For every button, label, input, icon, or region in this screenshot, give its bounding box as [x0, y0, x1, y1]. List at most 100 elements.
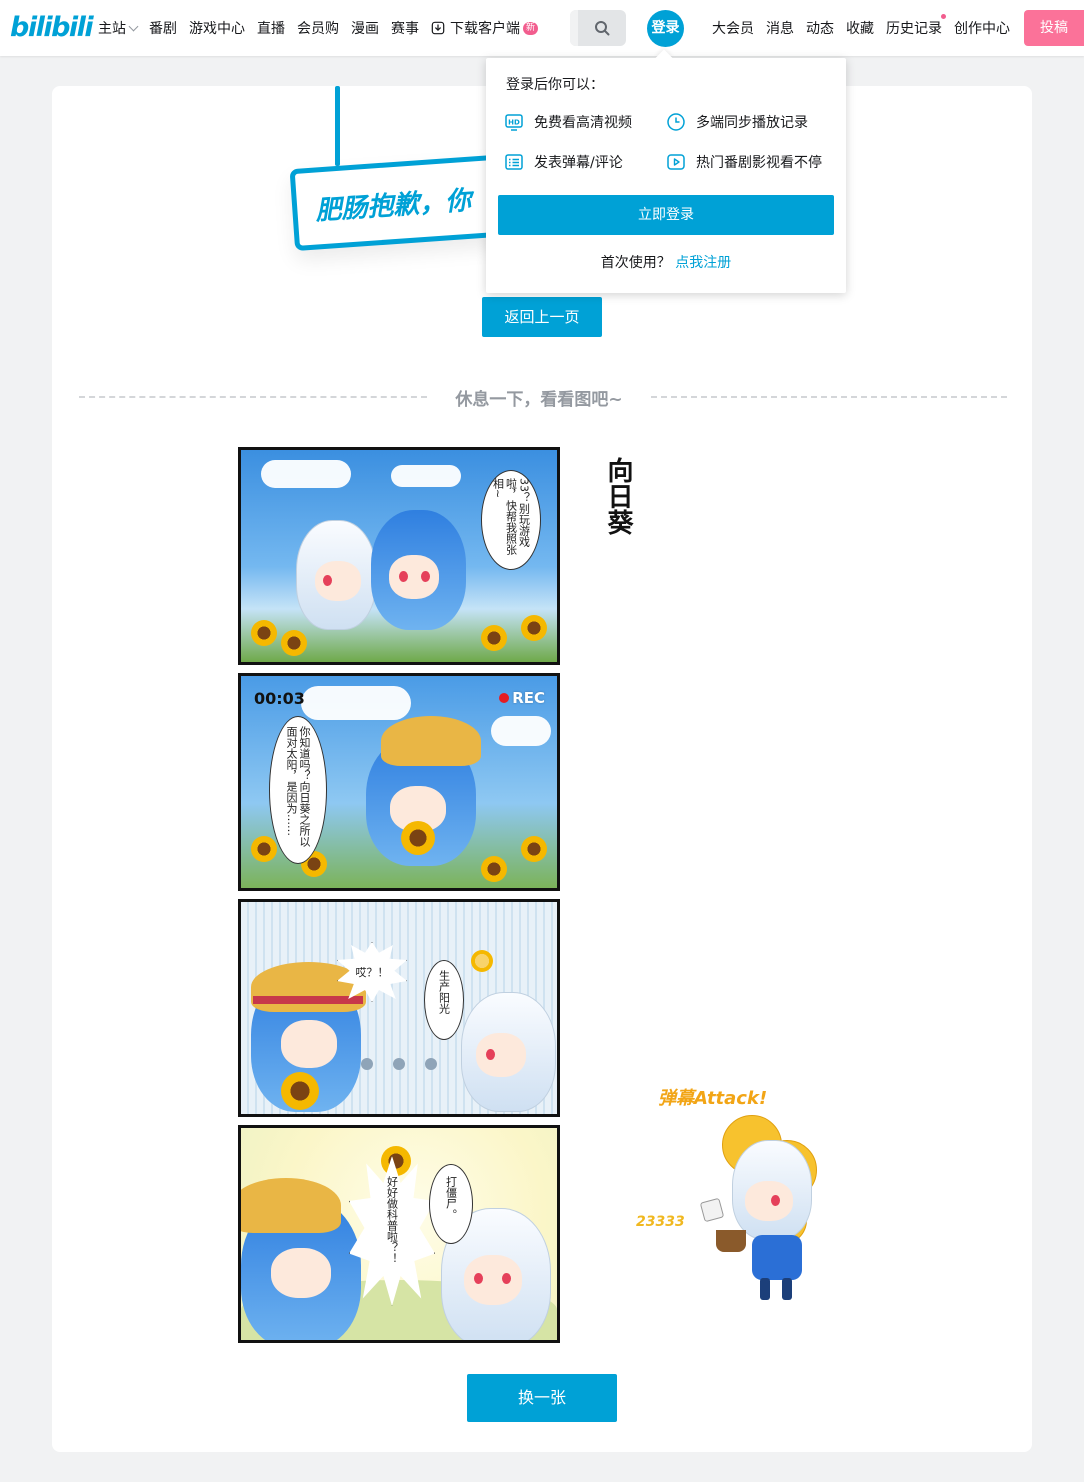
sunflower	[251, 620, 277, 646]
straw-hat	[241, 1178, 341, 1233]
nav-item-label: 主站	[98, 21, 126, 37]
login-avatar-button[interactable]: 登录	[647, 10, 684, 47]
sunflower	[401, 821, 435, 855]
nav-item-vip[interactable]: 大会员	[712, 18, 754, 38]
nav-item-creator-center[interactable]: 创作中心	[954, 18, 1010, 38]
nav-item-mall[interactable]: 会员购	[297, 18, 339, 38]
comic-strip: 33？别玩游戏啦，快帮我照张相~ 00:03 REC 你知道吗？向日葵之所以面对…	[238, 447, 560, 1344]
register-prompt: 首次使用？ 点我注册	[486, 252, 846, 272]
sun-icon	[471, 950, 493, 972]
cloud	[261, 460, 351, 488]
speech-text: 好好做科普啦？！	[385, 1176, 399, 1264]
new-badge: 新	[523, 21, 539, 35]
character-eye	[502, 1273, 511, 1284]
sunflower	[251, 836, 277, 862]
character-eye	[399, 571, 408, 582]
rec-indicator: REC	[499, 689, 545, 707]
feature-sync-history: 多端同步播放记录	[666, 112, 808, 132]
nav-item-download-client[interactable]: 下载客户端 新	[431, 18, 539, 38]
speech-bubble: 33？别玩游戏啦，快帮我照张相~	[481, 470, 541, 570]
character-22	[371, 510, 466, 630]
ellipsis-dots	[361, 1058, 457, 1070]
feature-label: 热门番剧影视看不停	[696, 155, 822, 171]
history-label: 历史记录	[886, 21, 942, 37]
comic-panel-4: 好好做科普啦？！ 打僵尸。	[238, 1125, 560, 1343]
mascot-body	[752, 1235, 802, 1280]
top-header: bilibili 主站 番剧 游戏中心 直播 会员购 漫画 赛事 下载客户端 新…	[0, 0, 1084, 56]
nav-item-anime[interactable]: 番剧	[149, 18, 177, 38]
character-33	[296, 520, 376, 630]
nav-item-history[interactable]: 历史记录	[886, 14, 946, 38]
feature-label: 免费看高清视频	[534, 115, 632, 131]
hat-band	[253, 996, 363, 1004]
register-link[interactable]: 点我注册	[675, 255, 731, 271]
nav-item-favorites[interactable]: 收藏	[846, 18, 874, 38]
login-popup: 登录后你可以： HD 免费看高清视频 多端同步播放记录 发表弹幕/评论 热门番剧…	[486, 49, 846, 293]
svg-text:HD: HD	[508, 119, 520, 127]
download-icon	[431, 21, 445, 35]
character-22	[241, 1178, 361, 1340]
nav-item-dynamics[interactable]: 动态	[806, 18, 834, 38]
feature-label: 发表弹幕/评论	[534, 155, 623, 171]
play-icon	[667, 154, 685, 170]
cloud	[301, 686, 411, 720]
nav-item-manga[interactable]: 漫画	[351, 18, 379, 38]
nav-item-messages[interactable]: 消息	[766, 18, 794, 38]
sign-pole	[335, 86, 340, 166]
back-button[interactable]: 返回上一页	[482, 297, 602, 337]
nav-item-esports[interactable]: 赛事	[391, 18, 419, 38]
comic-panel-2: 00:03 REC 你知道吗？向日葵之所以面对太阳，是因为……	[238, 673, 560, 891]
speech-text: 哎？！	[355, 965, 389, 979]
notification-dot	[941, 14, 946, 19]
character-eye	[421, 571, 430, 582]
character-eye	[323, 575, 332, 586]
bilibili-logo[interactable]: bilibili	[10, 11, 94, 45]
danmaku-counter: 23333	[636, 1214, 685, 1230]
section-divider: 休息一下，看看图吧~	[79, 385, 1007, 410]
comic-panel-1: 33？别玩游戏啦，快帮我照张相~	[238, 447, 560, 665]
sign-text: 肥肠抱歉，你	[314, 185, 473, 227]
mascot-leg	[760, 1278, 770, 1300]
cloud	[391, 465, 461, 487]
change-image-button[interactable]: 换一张	[467, 1374, 617, 1422]
nav-item-main[interactable]: 主站	[98, 18, 139, 38]
character-face	[745, 1181, 793, 1221]
search-box[interactable]	[570, 10, 626, 46]
speech-bubble: 你知道吗？向日葵之所以面对太阳，是因为……	[269, 716, 327, 864]
feature-label: 多端同步播放记录	[696, 115, 808, 131]
mascot-leg	[782, 1278, 792, 1300]
divider-text: 休息一下，看看图吧~	[455, 390, 623, 410]
cloud	[491, 716, 551, 746]
nav-item-live[interactable]: 直播	[257, 18, 285, 38]
feature-danmaku-comment: 发表弹幕/评论	[504, 152, 623, 172]
speech-text: 你知道吗？向日葵之所以面对太阳，是因为……	[285, 726, 311, 847]
comic-title: 向日葵	[603, 457, 633, 535]
nav-right: 大会员 消息 动态 收藏 历史记录 创作中心	[712, 0, 1022, 56]
mascot-character	[732, 1140, 812, 1240]
upload-button[interactable]: 投稿	[1024, 10, 1084, 46]
feature-hd-video: HD 免费看高清视频	[504, 112, 632, 132]
speech-bubble: 打僵尸。	[429, 1164, 473, 1244]
search-icon[interactable]	[594, 20, 610, 36]
character-face	[464, 1255, 522, 1305]
speech-text: 打僵尸。	[444, 1176, 458, 1220]
register-prompt-text: 首次使用？	[600, 255, 671, 271]
sunflower	[281, 1072, 319, 1110]
sunflower	[481, 856, 507, 882]
comic-panel-3: 哎？！ 生产阳光	[238, 899, 560, 1117]
straw-hat	[381, 716, 481, 766]
clock-icon	[667, 113, 685, 131]
speech-bubble: 生产阳光	[424, 960, 464, 1040]
nav-left: 主站 番剧 游戏中心 直播 会员购 漫画 赛事 下载客户端 新	[98, 0, 550, 56]
flower-pot	[716, 1230, 746, 1252]
mascot-can-icon	[699, 1197, 725, 1223]
nav-item-game-center[interactable]: 游戏中心	[189, 18, 245, 38]
speech-text: 生产阳光	[437, 970, 451, 1014]
search-input[interactable]	[570, 10, 578, 46]
character-face	[271, 1248, 331, 1298]
divider-line-right	[651, 396, 1007, 398]
danmaku-icon	[505, 154, 523, 170]
chevron-down-icon	[128, 21, 139, 32]
login-now-button[interactable]: 立即登录	[498, 195, 834, 235]
character-eye	[486, 1049, 495, 1060]
